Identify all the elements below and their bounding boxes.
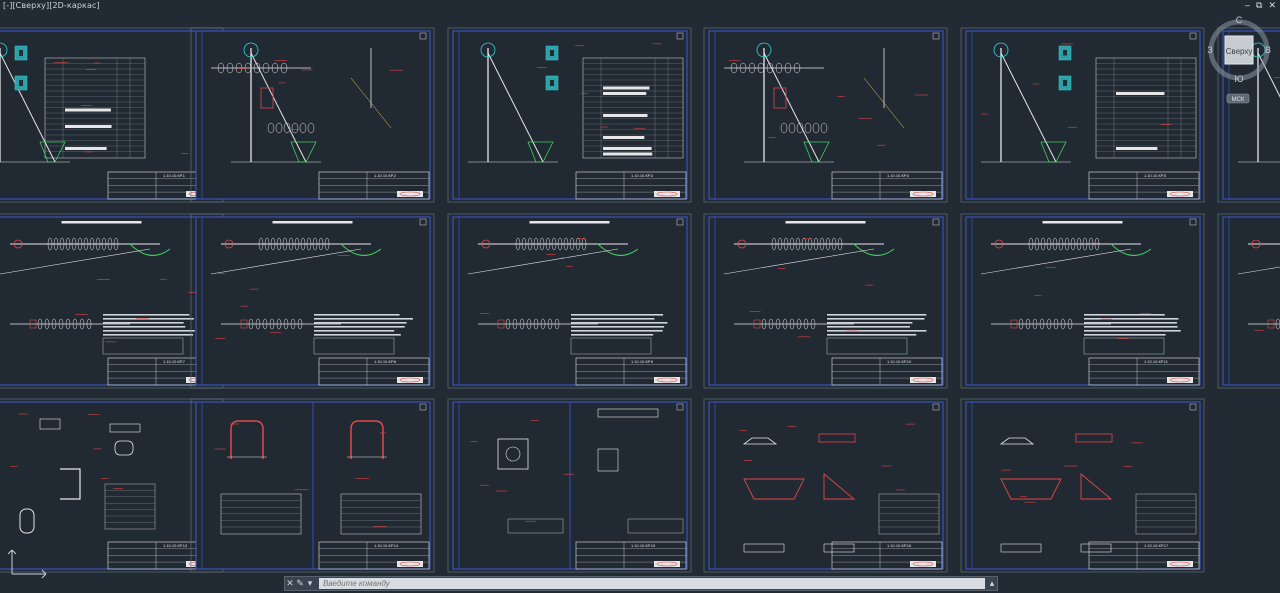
drawing-sheet[interactable]: 1.10.10.КР.5 — [960, 27, 1205, 203]
drawing-sheet[interactable]: 1.10.10.КР.9 — [447, 213, 692, 389]
drawing-sheet[interactable]: 1.10.10.КР.17 — [960, 398, 1205, 573]
sheet-stamp-code: 1.10.10.КР.13 — [163, 543, 188, 548]
sheet-stamp-code: 1.10.10.КР.16 — [887, 543, 912, 548]
drawing-sheet[interactable]: 1.10.10.КР.15 — [447, 398, 692, 573]
drawing-sheet[interactable]: 1.10.10.КР.10 — [703, 213, 948, 389]
drawing-sheet[interactable]: 1.10.10.КР.13 — [0, 398, 224, 573]
restore-icon[interactable]: ⧉ — [1256, 0, 1262, 11]
chevron-up-icon[interactable]: ▴ — [987, 578, 997, 589]
command-line: ✕ ✎ ▾ ▴ — [284, 576, 998, 591]
drawing-sheet[interactable]: 1.10.10.КР.8 — [190, 213, 435, 389]
drawing-sheet[interactable]: 1.10.10.КР.3 — [447, 27, 692, 203]
drawing-sheet[interactable]: 1.10.10.КР.1 — [0, 27, 224, 203]
viewcube-west[interactable]: З — [1207, 45, 1212, 55]
command-input[interactable] — [319, 578, 985, 589]
sheet-stamp-code: 1.10.10.КР.17 — [1144, 543, 1169, 548]
viewcube[interactable]: Сверху С Ю З В МСК — [1207, 14, 1275, 106]
sheet-stamp-code: 1.10.10.КР.3 — [631, 173, 654, 178]
drawing-sheet[interactable]: 1.10.10.КР.14 — [190, 398, 435, 573]
viewport-window-controls: – ⧉ ✕ — [1245, 0, 1276, 11]
drawing-sheet[interactable]: 1.10.10.КР.4 — [703, 27, 948, 203]
sheet-stamp-code: 1.10.10.КР.7 — [163, 359, 186, 364]
sheet-stamp-code: 1.10.10.КР.1 — [163, 173, 186, 178]
viewcube-south[interactable]: Ю — [1234, 74, 1243, 84]
sheet-stamp-code: 1.10.10.КР.4 — [887, 173, 910, 178]
viewport-controls-label[interactable]: [-][Сверху][2D-каркас] — [3, 1, 100, 10]
viewcube-north[interactable]: С — [1236, 15, 1243, 25]
sheet-stamp-code: 1.10.10.КР.8 — [374, 359, 397, 364]
drawing-sheet[interactable]: 1.10.10.КР.11 — [960, 213, 1205, 389]
sheet-stamp-code: 1.10.10.КР.2 — [374, 173, 397, 178]
drawing-sheet[interactable]: 1.10.10.КР.16 — [703, 398, 948, 573]
close-icon[interactable]: ✕ — [285, 578, 295, 589]
drawing-sheet[interactable]: 1.10.10.КР.2 — [190, 27, 435, 203]
sheet-stamp-code: 1.10.10.КР.5 — [1144, 173, 1167, 178]
wcs-label: МСК — [1232, 97, 1245, 103]
drawing-sheet[interactable]: 1.10.10.КР.12 — [1217, 213, 1280, 389]
close-icon[interactable]: ✕ — [1268, 0, 1276, 11]
sheet-stamp-code: 1.10.10.КР.11 — [1144, 359, 1169, 364]
chevron-down-icon[interactable]: ▾ — [305, 578, 315, 589]
viewcube-east[interactable]: В — [1265, 45, 1271, 55]
viewcube-face-label: Сверху — [1226, 47, 1253, 56]
drawing-sheet[interactable]: 1.10.10.КР.7 — [0, 213, 224, 389]
minimize-icon[interactable]: – — [1245, 0, 1250, 11]
cad-drawing-canvas[interactable]: 1.10.10.КР.1 1.10.10.КР.2 1.10.10.КР.3 1.10… — [0, 0, 1280, 593]
sheet-stamp-code: 1.10.10.КР.15 — [631, 543, 656, 548]
wrench-icon[interactable]: ✎ — [295, 578, 305, 589]
sheet-stamp-code: 1.10.10.КР.14 — [374, 543, 399, 548]
sheet-stamp-code: 1.10.10.КР.9 — [631, 359, 654, 364]
ucs-icon — [7, 549, 47, 579]
sheet-stamp-code: 1.10.10.КР.10 — [887, 359, 912, 364]
